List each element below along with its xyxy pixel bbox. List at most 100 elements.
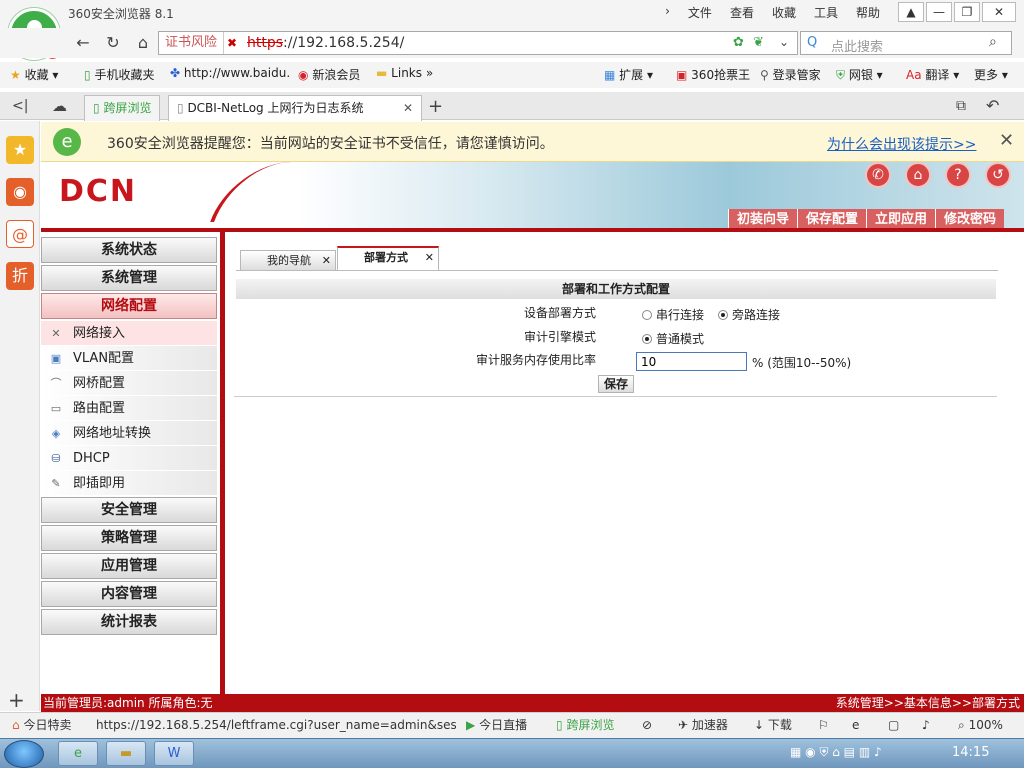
nav-item-routing[interactable]: ▭ 路由配置 xyxy=(41,396,217,421)
app-home-icon[interactable]: ⌂ xyxy=(905,162,931,188)
home-icon[interactable]: ⌂ xyxy=(132,33,154,53)
status-zoom[interactable]: ⌕ 100% xyxy=(958,713,1003,737)
logout-icon[interactable]: ✆ xyxy=(865,162,891,188)
start-button-icon[interactable] xyxy=(4,740,44,768)
nav-section-system-management[interactable]: 系统管理 xyxy=(41,265,217,291)
status-download[interactable]: ↓ 下载 xyxy=(754,713,792,737)
fav-links[interactable]: ▬ Links » xyxy=(376,66,433,80)
cert-risk-badge[interactable]: 证书风险 xyxy=(159,32,225,54)
deploy-serial-radio[interactable]: 串行连接 xyxy=(642,306,704,324)
restore-tabs-icon[interactable]: ⧉ xyxy=(956,98,966,114)
search-box[interactable]: Q 点此搜索 ⌕ xyxy=(800,31,1012,55)
menu-help[interactable]: 帮助 xyxy=(856,4,880,21)
nav-section-content[interactable]: 内容管理 xyxy=(41,581,217,607)
tray-icons[interactable]: ▦ ◉ ⛨ ⌂ ▤ ▥ ♪ xyxy=(790,745,882,760)
save-button[interactable]: 保存 xyxy=(598,375,634,393)
discount-icon[interactable]: 折 xyxy=(6,262,34,290)
chevron-down-icon[interactable]: ⌄ xyxy=(779,35,789,49)
cloud-icon[interactable]: ☁ xyxy=(52,97,67,115)
taskbar-folder-icon[interactable]: ▬ xyxy=(106,741,146,766)
help-icon[interactable]: ? xyxy=(945,162,971,188)
menu-apply-now[interactable]: 立即应用 xyxy=(866,209,936,230)
mail-icon[interactable]: @ xyxy=(6,220,34,248)
close-content-tab-icon[interactable]: ✕ xyxy=(322,251,331,271)
menu-view[interactable]: 查看 xyxy=(730,4,754,21)
fav-collect[interactable]: ★ 收藏 ▾ xyxy=(10,66,58,83)
status-live[interactable]: ▶ 今日直播 xyxy=(466,713,527,737)
menu-change-password[interactable]: 修改密码 xyxy=(935,209,1005,230)
sidebar-toggle-icon[interactable]: <| xyxy=(12,98,28,114)
minimize-icon[interactable]: — xyxy=(926,2,952,22)
content-tab-my-nav[interactable]: 我的导航 ✕ xyxy=(240,250,336,270)
menu-setup-wizard[interactable]: 初装向导 xyxy=(728,209,798,230)
undo-close-icon[interactable]: ↶ xyxy=(986,96,999,115)
broken-lock-icon[interactable]: ✖ xyxy=(227,36,241,50)
tab-cross-screen[interactable]: ▯ 跨屏浏览 xyxy=(84,95,161,121)
menu-save-config[interactable]: 保存配置 xyxy=(797,209,867,230)
ext-more[interactable]: 更多 ▾ xyxy=(974,66,1008,83)
nav-item-nat[interactable]: ◈ 网络地址转换 xyxy=(41,421,217,446)
nav-item-network-access[interactable]: ✕ 网络接入 xyxy=(41,321,217,346)
mem-ratio-input[interactable] xyxy=(636,352,747,371)
refresh-icon[interactable]: ↻ xyxy=(102,33,124,53)
new-tab-icon[interactable]: + xyxy=(428,96,443,117)
deploy-bypass-radio[interactable]: 旁路连接 xyxy=(718,306,780,324)
engine-normal-radio[interactable]: 普通模式 xyxy=(642,330,704,348)
speed-icon[interactable]: ✿ xyxy=(733,35,744,50)
close-warning-icon[interactable]: ✕ xyxy=(999,130,1014,151)
taskbar-browser-icon[interactable]: e xyxy=(58,741,98,766)
menu-file[interactable]: 文件 xyxy=(688,4,712,21)
ext-translate[interactable]: Aa 翻译 ▾ xyxy=(906,66,959,83)
close-content-tab-icon[interactable]: ✕ xyxy=(425,248,434,268)
nav-item-bridge[interactable]: ⌒ 网桥配置 xyxy=(41,371,217,396)
fav-mobile[interactable]: ▯ 手机收藏夹 xyxy=(84,66,154,83)
menu-prev-icon[interactable]: › xyxy=(665,4,670,21)
ext-expand[interactable]: ▦ 扩展 ▾ xyxy=(604,66,653,83)
nav-section-reports[interactable]: 统计报表 xyxy=(41,609,217,635)
taskbar-word-icon[interactable]: W xyxy=(154,741,194,766)
nav-section-application[interactable]: 应用管理 xyxy=(41,553,217,579)
status-sound-icon[interactable]: ♪ xyxy=(922,713,930,737)
ext-ticket[interactable]: ▣ 360抢票王 xyxy=(676,66,750,83)
ext-bank[interactable]: ⛨ 网银 ▾ xyxy=(836,66,883,83)
ext-login[interactable]: ⚲ 登录管家 xyxy=(760,66,821,83)
warning-link[interactable]: 为什么会出现该提示>> xyxy=(827,134,976,154)
nav-item-plug-and-play[interactable]: ✎ 即插即用 xyxy=(41,471,217,496)
nav-section-security[interactable]: 安全管理 xyxy=(41,497,217,523)
status-cross-screen[interactable]: ▯ 跨屏浏览 xyxy=(556,713,614,737)
maximize-icon[interactable]: ❐ xyxy=(954,2,980,22)
menu-favorites[interactable]: 收藏 xyxy=(772,4,796,21)
weibo-sidebar-icon[interactable]: ◉ xyxy=(6,178,34,206)
nav-section-policy[interactable]: 策略管理 xyxy=(41,525,217,551)
status-flag-icon[interactable]: ⚐ xyxy=(818,713,829,737)
search-icon[interactable]: ⌕ xyxy=(989,34,997,50)
favorites-star-icon[interactable]: ★ xyxy=(6,136,34,164)
add-sidebar-icon[interactable]: + xyxy=(8,688,25,712)
shirt-icon[interactable]: ▲ xyxy=(898,2,924,22)
status-today-sale[interactable]: ⌂ 今日特卖 xyxy=(12,713,71,737)
fav-baidu[interactable]: ✤ http://www.baidu. xyxy=(170,66,290,80)
status-ie-icon[interactable]: ⊘ xyxy=(642,713,652,737)
fav-sina[interactable]: ◉ 新浪会员 xyxy=(298,66,360,83)
nav-section-system-status[interactable]: 系统状态 xyxy=(41,237,217,263)
address-bar[interactable]: 证书风险 ✖ https://192.168.5.254/ ✿ ❦ ⌄ xyxy=(158,31,798,55)
url-text[interactable]: https://192.168.5.254/ xyxy=(247,35,404,51)
nav-section-network-config[interactable]: 网络配置 xyxy=(41,293,217,319)
search-engine-icon[interactable]: Q xyxy=(807,35,817,50)
back-icon[interactable]: ← xyxy=(72,33,94,53)
close-window-icon[interactable]: ✕ xyxy=(982,2,1016,22)
close-tab-icon[interactable]: ✕ xyxy=(403,96,413,120)
tab-dcbi-netlog[interactable]: ▯ DCBI-NetLog 上网行为日志系统 ✕ xyxy=(168,95,422,121)
content-tab-deploy-mode[interactable]: 部署方式 ✕ xyxy=(337,246,439,270)
status-accelerator[interactable]: ✈ 加速器 xyxy=(678,713,728,737)
exit-icon[interactable]: ↺ xyxy=(985,162,1011,188)
nav-item-dhcp[interactable]: ⛁ DHCP xyxy=(41,446,217,471)
network-access-icon: ✕ xyxy=(51,327,61,340)
status-compat-icon[interactable]: e xyxy=(852,713,859,737)
menu-tools[interactable]: 工具 xyxy=(814,4,838,21)
nav-item-vlan[interactable]: ▣ VLAN配置 xyxy=(41,346,217,371)
status-window-icon[interactable]: ▢ xyxy=(888,713,899,737)
search-input[interactable]: 点此搜索 xyxy=(831,36,883,55)
leaf-icon[interactable]: ❦ xyxy=(753,35,764,50)
nav-separator[interactable] xyxy=(220,232,225,694)
